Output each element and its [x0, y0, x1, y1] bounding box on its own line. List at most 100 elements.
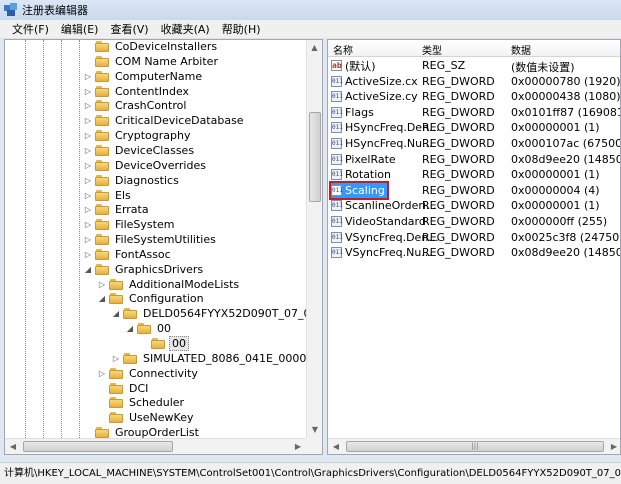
scroll-up-icon[interactable]: ▲: [307, 40, 322, 56]
value-name[interactable]: ab (默认): [331, 58, 376, 73]
value-row[interactable]: 011PixelRate REG_DWORD 0x08d9ee20 (1485000…: [328, 152, 620, 167]
tree-node[interactable]: ▷ FontAssoc: [83, 247, 173, 262]
expand-arrow-icon[interactable]: ▷: [83, 72, 93, 81]
expand-arrow-icon[interactable]: ▷: [83, 87, 93, 96]
menu-favorites[interactable]: 收藏夹(A): [155, 21, 216, 37]
value-name[interactable]: 011 ActiveSize.cy: [331, 89, 418, 104]
value-row[interactable]: 011 VideoStandard REG_DWORD 0x000000ff (255…: [328, 214, 620, 229]
tree-node[interactable]: ▷ Errata: [83, 202, 151, 217]
scroll-down-icon[interactable]: ▼: [307, 422, 322, 438]
tree-node[interactable]: ▷ DeviceOverrides: [83, 158, 208, 173]
collapse-arrow-icon[interactable]: ◢: [111, 309, 121, 318]
expand-arrow-icon[interactable]: ▷: [83, 146, 93, 155]
value-name[interactable]: 011 Flags: [331, 105, 374, 120]
tree-node[interactable]: ▷ Diagnostics: [83, 173, 181, 188]
tree-node[interactable]: ◢ Configuration: [97, 291, 206, 306]
expand-arrow-icon[interactable]: ▷: [97, 369, 107, 378]
scroll-left-icon[interactable]: ◀: [5, 439, 21, 454]
scroll-right-icon[interactable]: ▶: [606, 439, 620, 454]
value-row[interactable]: 011 Rotation REG_DWORD 0x00000001 (1): [328, 167, 620, 182]
expand-arrow-icon[interactable]: ▷: [97, 280, 107, 289]
tree-node[interactable]: ▷ CrashControl: [83, 98, 188, 113]
expand-arrow-icon[interactable]: ▷: [83, 191, 93, 200]
value-name[interactable]: 011 PixelRate: [331, 152, 396, 167]
column-header-data[interactable]: 数据: [511, 42, 531, 57]
value-row[interactable]: 011 ActiveSize.cy REG_DWORD 0x00000438 (108…: [328, 89, 620, 104]
expand-arrow-icon[interactable]: ▷: [83, 161, 93, 170]
tree-node[interactable]: ▷ FileSystemUtilities: [83, 232, 218, 247]
collapse-arrow-icon[interactable]: ◢: [97, 294, 107, 303]
column-header-type[interactable]: 类型: [422, 42, 442, 57]
tree-node[interactable]: ◢ GraphicsDrivers: [83, 262, 205, 277]
expand-arrow-icon[interactable]: ▷: [83, 176, 93, 185]
scroll-left-icon[interactable]: ◀: [328, 439, 344, 454]
value-name[interactable]: 011 VSyncFreq.Nu...: [331, 245, 432, 260]
values-horizontal-scrollbar[interactable]: ◀ ||| ▶: [328, 438, 620, 454]
tree-node[interactable]: ▷ SIMULATED_8086_041E_00000000_00020: [111, 351, 322, 366]
tree-node[interactable]: ▷ Els: [83, 188, 133, 203]
tree-horizontal-scroll-thumb[interactable]: [23, 441, 173, 452]
value-row[interactable]: ab (默认) REG_SZ (数值未设置): [328, 58, 620, 74]
value-name[interactable]: 011 HSyncFreq.Nu...: [331, 136, 433, 151]
value-row[interactable]: 011 Scaling REG_DWORD 0x00000004 (4): [328, 180, 620, 200]
value-data: 0x08d9ee20 (148500000): [511, 246, 620, 260]
scroll-right-icon[interactable]: ▶: [290, 439, 306, 454]
tree-node[interactable]: ▷ ContentIndex: [83, 84, 191, 99]
expand-arrow-icon[interactable]: ▷: [83, 235, 93, 244]
expand-arrow-icon[interactable]: ▷: [83, 131, 93, 140]
expand-arrow-icon[interactable]: ▷: [83, 250, 93, 259]
tree-horizontal-scrollbar[interactable]: ◀ ▶: [5, 438, 306, 454]
tree-node[interactable]: ◢ 00: [125, 321, 173, 336]
value-row[interactable]: 011 VSyncFreq.Den... REG_DWORD 0x0025c3f8 (…: [328, 230, 620, 245]
folder-icon: [109, 397, 123, 409]
collapse-arrow-icon[interactable]: ◢: [125, 324, 135, 333]
expand-arrow-icon[interactable]: ▷: [83, 205, 93, 214]
registry-key-tree[interactable]: CoDeviceInstallers COM Name Arbiter ▷ Compu…: [4, 39, 323, 455]
value-row[interactable]: 011 HSyncFreq.Nu... REG_DWORD 0x000107ac (6…: [328, 136, 620, 151]
tree-node-label: CrashControl: [115, 99, 187, 113]
registry-editor-icon: [4, 3, 18, 17]
collapse-arrow-icon[interactable]: ◢: [83, 265, 93, 274]
tree-node[interactable]: ▷ AdditionalModeLists: [97, 277, 241, 292]
tree-node[interactable]: ▷ Cryptography: [83, 128, 192, 143]
value-name[interactable]: 011 Rotation: [331, 167, 391, 182]
value-row[interactable]: 011 VSyncFreq.Nu... REG_DWORD 0x08d9ee20 (1…: [328, 245, 620, 260]
column-header-name[interactable]: 名称: [333, 42, 353, 57]
expand-arrow-icon[interactable]: ▷: [83, 220, 93, 229]
menu-file[interactable]: 文件(F): [6, 21, 55, 37]
value-name[interactable]: 011 VideoStandard: [331, 214, 426, 229]
value-row[interactable]: 011 ActiveSize.cx REG_DWORD 0x00000780 (192…: [328, 74, 620, 89]
value-row[interactable]: 011Flags REG_DWORD 0x0101ff87 (16908167): [328, 105, 620, 120]
expand-arrow-icon[interactable]: ▷: [83, 101, 93, 110]
tree-node[interactable]: DCI: [97, 381, 150, 396]
tree-node[interactable]: UseNewKey: [97, 410, 196, 425]
tree-node[interactable]: ▷ DeviceClasses: [83, 143, 196, 158]
value-row[interactable]: 011 HSyncFreq.Den... REG_DWORD 0x00000001 (…: [328, 120, 620, 135]
menu-edit[interactable]: 编辑(E): [55, 21, 105, 37]
expand-arrow-icon[interactable]: ▷: [111, 354, 121, 363]
tree-node[interactable]: COM Name Arbiter: [83, 54, 220, 69]
tree-node-label: GraphicsDrivers: [115, 262, 204, 276]
menu-view[interactable]: 查看(V): [104, 21, 154, 37]
value-name[interactable]: 011 Scaling: [329, 180, 389, 200]
tree-node[interactable]: Scheduler: [97, 395, 186, 410]
tree-vertical-scrollbar[interactable]: ▲ ▼: [306, 40, 322, 438]
tree-node[interactable]: CoDeviceInstallers: [83, 40, 219, 54]
registry-values-list[interactable]: 名称 类型 数据 ab (默认) REG_SZ (数值未设置) 011 ActiveSiz…: [327, 39, 621, 455]
scrollbar-corner: [306, 438, 322, 454]
tree-vertical-scroll-thumb[interactable]: [309, 112, 321, 202]
tree-node[interactable]: ▷ Connectivity: [97, 366, 200, 381]
tree-node[interactable]: 00: [139, 336, 189, 351]
value-name[interactable]: 011 ScanlineOrderi...: [331, 198, 436, 213]
value-name[interactable]: 011 ActiveSize.cx: [331, 74, 418, 89]
folder-icon: [95, 174, 109, 186]
tree-node-label: Scheduler: [129, 396, 185, 410]
expand-arrow-icon[interactable]: ▷: [83, 116, 93, 125]
value-row[interactable]: 011 ScanlineOrderi... REG_DWORD 0x00000001 …: [328, 198, 620, 213]
menu-help[interactable]: 帮助(H): [216, 21, 267, 37]
tree-node[interactable]: ▷ ComputerName: [83, 69, 204, 84]
values-horizontal-scroll-thumb[interactable]: |||: [346, 441, 604, 452]
tree-node[interactable]: ▷ FileSystem: [83, 217, 176, 232]
tree-node[interactable]: ▷ CriticalDeviceDatabase: [83, 113, 246, 128]
tree-node[interactable]: ◢ DELD0564FYYX52D090T_07_07DF_70^B7: [111, 306, 322, 321]
